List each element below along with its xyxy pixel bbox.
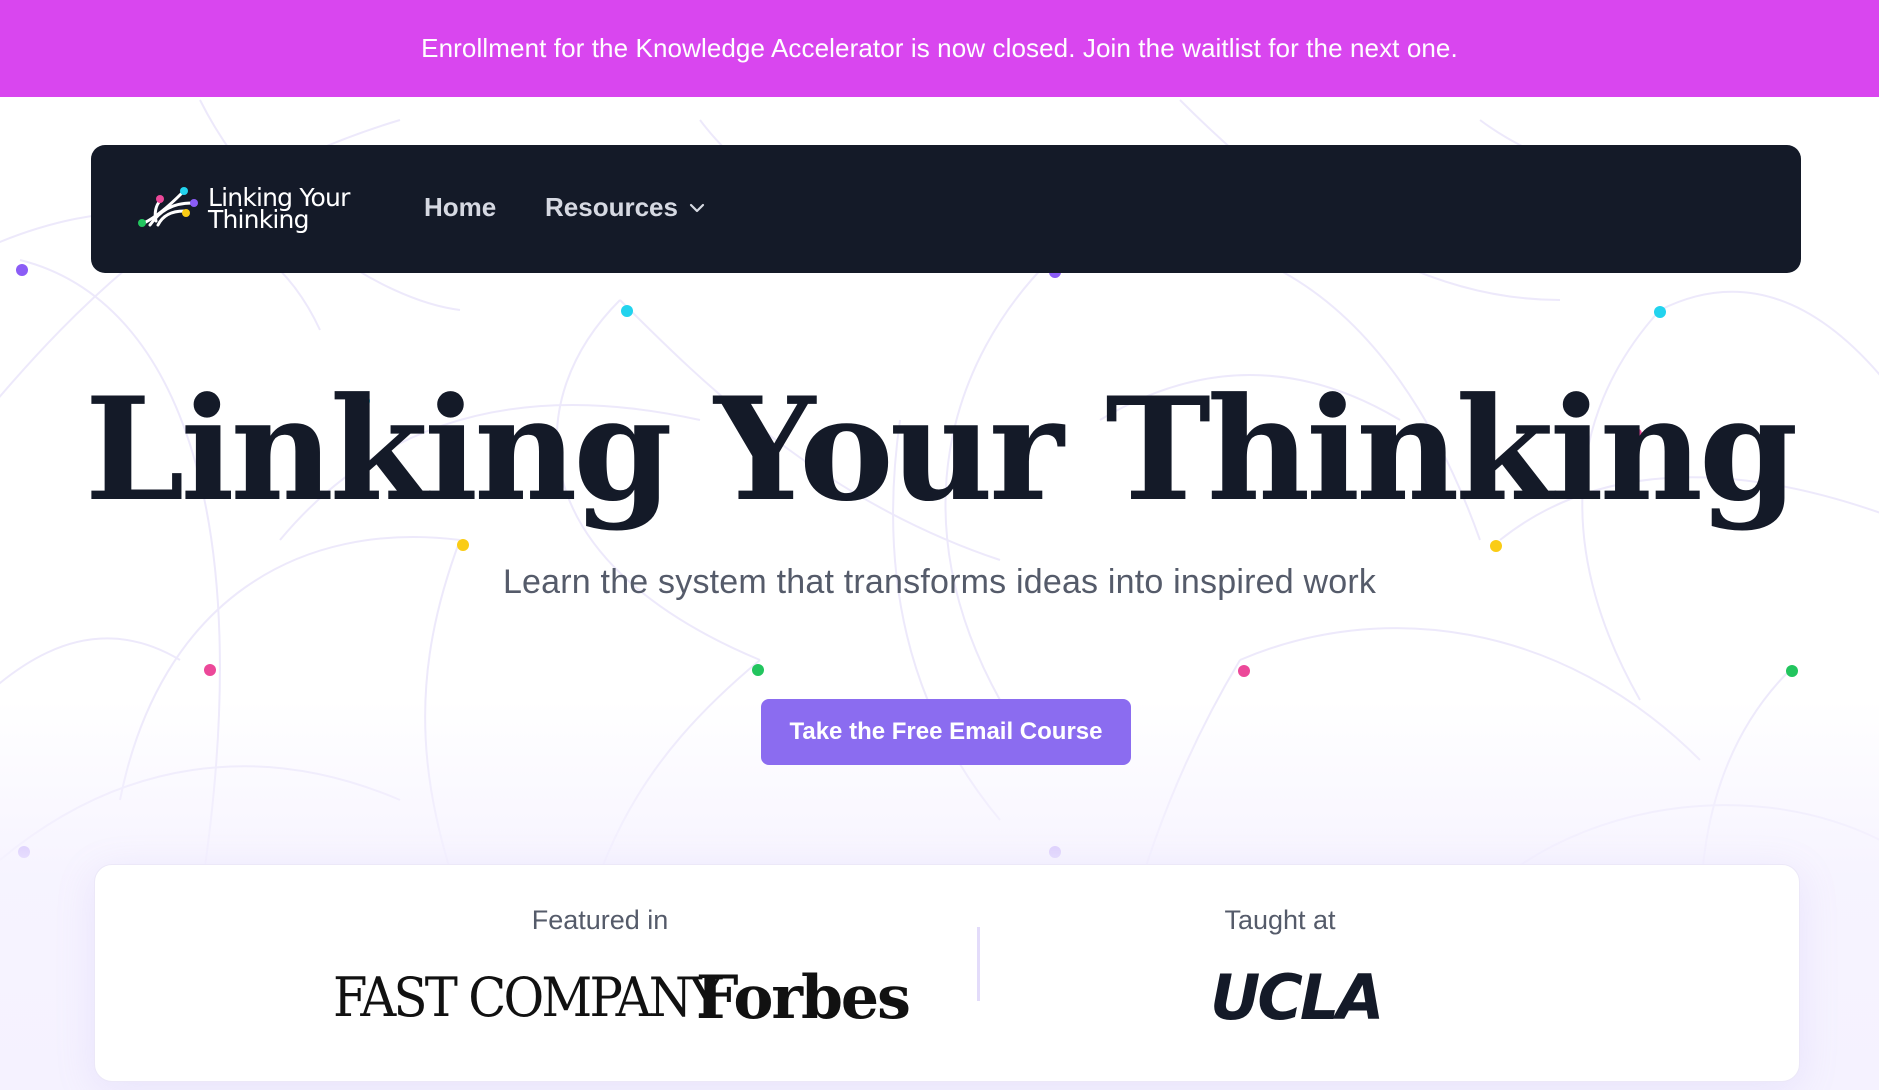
taught-at-label: Taught at [1224, 905, 1336, 935]
network-logo-icon [138, 187, 198, 227]
site-logo[interactable]: Linking Your Thinking [136, 181, 361, 237]
fast-company-logo: FAST COMPANY [333, 966, 722, 1029]
featured-in-card: Featured in Taught at FAST COMPANY Forbe… [94, 864, 1800, 1082]
announcement-banner[interactable]: Enrollment for the Knowledge Accelerator… [0, 0, 1879, 97]
nav-resources-label: Resources [545, 192, 678, 222]
main-navbar: Linking Your Thinking Home Resources [91, 145, 1801, 273]
featured-in-label: Featured in [531, 905, 669, 935]
logo-text: Linking Your Thinking [208, 185, 350, 234]
nav-resources-dropdown[interactable]: Resources [545, 192, 706, 223]
hero-subtitle: Learn the system that transforms ideas i… [502, 563, 1377, 601]
section-divider [977, 927, 980, 1001]
ucla-logo: UCLA [1210, 961, 1384, 1034]
forbes-logo: Forbes [696, 963, 911, 1033]
nav-home-link[interactable]: Home [424, 192, 496, 223]
free-email-course-button[interactable]: Take the Free Email Course [761, 699, 1131, 765]
logo-line-2: Thinking [208, 205, 309, 234]
waitlist-banner-link[interactable]: Enrollment for the Knowledge Accelerator… [421, 33, 1458, 64]
chevron-down-icon [689, 203, 705, 212]
hero-title: Linking Your Thinking [84, 367, 1799, 533]
